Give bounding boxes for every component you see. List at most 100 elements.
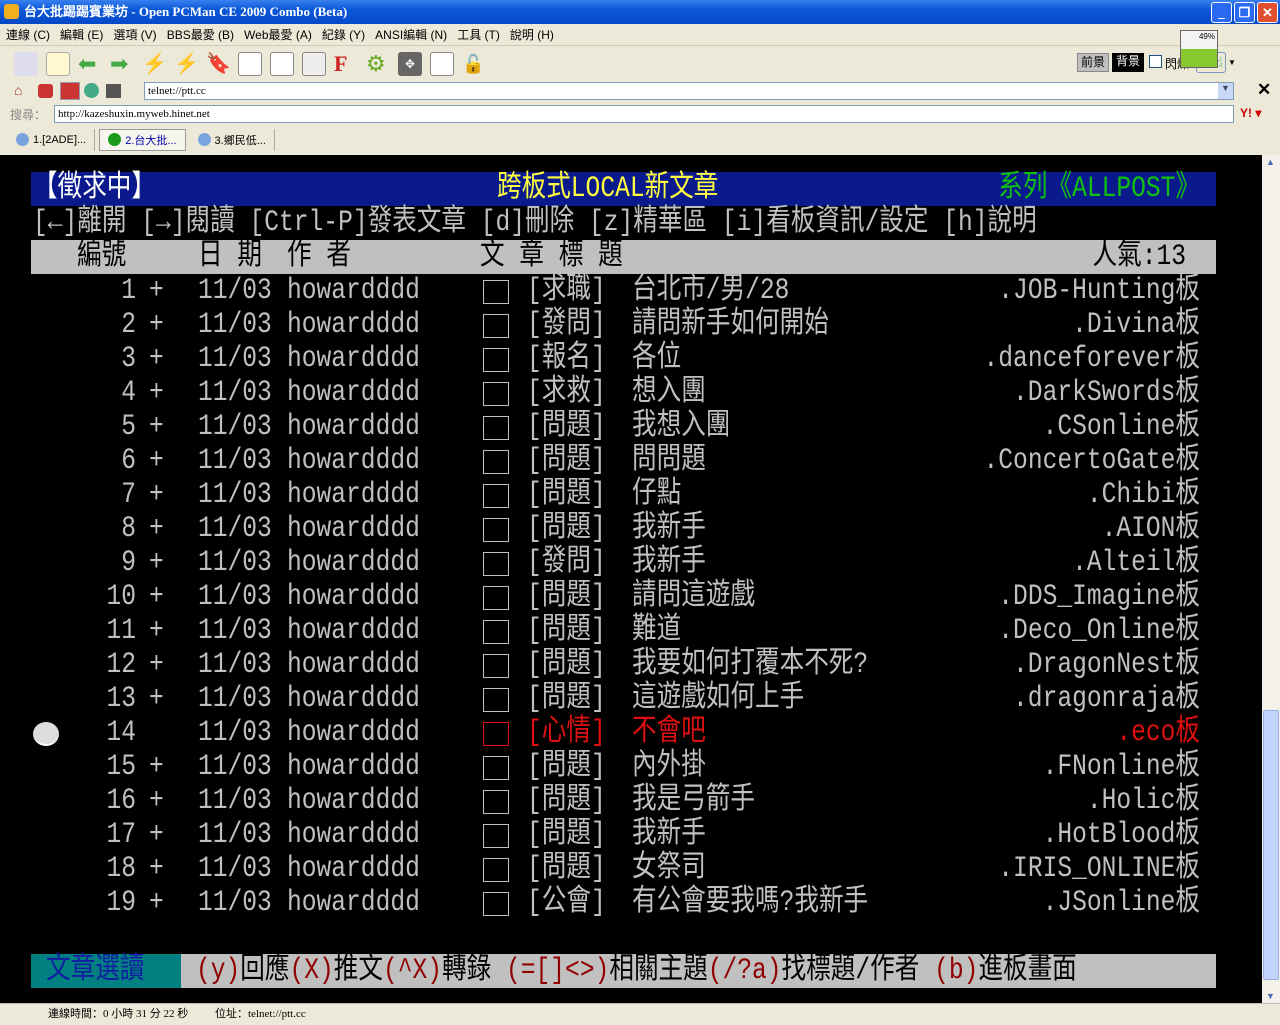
foreground-button[interactable]: 前景 [1077,53,1109,72]
footer-hints: (y)回應(X)推文(^X)轉錄 (=[]<>)相關主題(/?a)找標題/作者 … [196,954,1077,988]
page-icon [16,133,29,146]
home-icon[interactable]: ⌂ [14,82,22,98]
article-row[interactable]: 4 +11/03 howardddd [求救] 想入團 .DarkSwords板 [0,376,1262,410]
address-input[interactable]: telnet://ptt.cc [144,82,1234,100]
settings-gear-icon[interactable]: ⚙ [366,51,390,76]
article-checkbox[interactable] [483,824,509,848]
menu-item[interactable]: 編輯 (E) [60,26,103,43]
article-row[interactable]: 17 +11/03 howardddd [問題] 我新手 .HotBlood板 [0,818,1262,852]
article-checkbox[interactable] [483,416,509,440]
article-row[interactable]: 19 +11/03 howardddd [公會] 有公會要我嗎?我新手 .JSonline… [0,886,1262,920]
background-button[interactable]: 背景 [1112,53,1144,72]
article-checkbox[interactable] [483,620,509,644]
article-checkbox[interactable] [483,790,509,814]
article-checkbox[interactable] [483,280,509,304]
article-row[interactable]: 6 +11/03 howardddd [問題] 問問題 .ConcertoGate板 [0,444,1262,478]
tab-1[interactable]: 1.[2ADE]... [8,128,96,151]
toolbar: ⬅ ➡ ⚡ ⚡ 🔖 F ⚙ ✥ 🔓 前景 背景 閃爍 送出 ▼ 49% [0,30,1280,80]
article-author: howardddd [287,410,420,444]
tab-2[interactable]: 2.台大批... [99,128,186,151]
article-row[interactable]: 16 +11/03 howardddd [問題] 我是弓箭手 .Holic板 [0,784,1262,818]
stop-icon[interactable] [60,82,80,100]
article-checkbox[interactable] [483,586,509,610]
terminal-screen[interactable]: 【徵求中】 跨板式LOCAL新文章 系列《ALLPOST》 [←]離開 [→]閱讀 [… [0,155,1262,1003]
bookmark-icon[interactable]: 🔖 [206,52,231,76]
article-checkbox[interactable] [483,756,509,780]
article-row[interactable]: 3 +11/03 howardddd [報名] 各位 .danceforever板 [0,342,1262,376]
article-board: .CSonline板 [1042,410,1200,444]
article-row[interactable]: 18 +11/03 howardddd [問題] 女祭司 .IRIS_ONLINE板 [0,852,1262,886]
menu-item[interactable]: 選項 (V) [113,26,156,43]
menu-item[interactable]: 說明 (H) [510,26,554,43]
menu-item[interactable]: 連線 (C) [6,26,50,43]
article-checkbox[interactable] [483,484,509,508]
article-checkbox[interactable] [483,654,509,678]
terminal-scrollbar[interactable]: ▲ ▼ [1262,155,1280,1003]
yahoo-search-icon[interactable]: Y! ▾ [1240,106,1261,120]
article-mark: + [149,546,164,580]
article-row[interactable]: 13 +11/03 howardddd [問題] 這遊戲如何上手 .dragonraja板 [0,682,1262,716]
article-checkbox[interactable] [483,722,509,746]
scroll-down-icon[interactable]: ▼ [1266,991,1275,1001]
scroll-up-icon[interactable]: ▲ [1266,157,1275,167]
minimize-button[interactable]: _ [1211,2,1232,23]
article-number: 17 [106,818,136,852]
article-checkbox[interactable] [483,518,509,542]
article-checkbox[interactable] [483,382,509,406]
article-checkbox[interactable] [483,858,509,882]
menu-item[interactable]: Web最愛 (A) [244,26,312,43]
article-row[interactable]: 2 +11/03 howardddd [發問] 請問新手如何開始 .Divina板 [0,308,1262,342]
copy-icon[interactable] [238,51,262,76]
terminal-icon[interactable] [106,84,121,98]
article-checkbox[interactable] [483,450,509,474]
tab-3[interactable]: 3.鄉民低... [190,128,275,151]
article-author: howardddd [287,648,420,682]
scrollbar-thumb[interactable] [1263,710,1279,980]
article-row[interactable]: 7 +11/03 howardddd [問題] 仔點 .Chibi板 [0,478,1262,512]
blink-checkbox[interactable] [1149,55,1162,68]
copy-ansi-icon[interactable] [302,51,326,76]
article-author: howardddd [287,546,420,580]
move-icon[interactable]: ✥ [398,51,422,76]
disconnect-icon[interactable]: ⚡ [142,52,167,76]
menu-item[interactable]: ANSI編輯 (N) [375,26,447,43]
article-row[interactable]: 1 +11/03 howardddd [求職] 台北市/男/28 .JOB-Hunting… [0,274,1262,308]
article-row[interactable]: 5 +11/03 howardddd [問題] 我想入團 .CSonline板 [0,410,1262,444]
back-icon[interactable]: ⬅ [78,51,102,76]
article-date: 11/03 [198,512,272,546]
footer-action: 推文 [333,954,383,988]
article-checkbox[interactable] [483,892,509,916]
close-tab-icon[interactable]: ✕ [1257,80,1271,100]
menu-item[interactable]: 紀錄 (Y) [322,26,365,43]
article-row[interactable]: 15 +11/03 howardddd [問題] 內外掛 .FNonline板 [0,750,1262,784]
search-input[interactable]: http://kazeshuxin.myweb.hinet.net [54,105,1234,123]
reconnect-icon[interactable]: ⚡ [174,52,199,76]
close-button[interactable]: ✕ [1257,2,1278,23]
article-author: howardddd [287,512,420,546]
paste-icon[interactable] [270,51,294,76]
article-checkbox[interactable] [483,688,509,712]
menu-item[interactable]: BBS最愛 (B) [167,26,234,43]
article-mark: + [149,682,164,716]
restore-button[interactable]: ❐ [1234,2,1255,23]
article-row[interactable]: 14 11/03 howardddd [心情] 不會吧 .eco板 [0,716,1262,750]
font-icon[interactable]: F [334,51,358,76]
article-row[interactable]: 8 +11/03 howardddd [問題] 我新手 .AION板 [0,512,1262,546]
site-list-icon[interactable] [14,51,38,76]
lock-icon[interactable]: 🔓 [462,52,486,76]
article-row[interactable]: 12 +11/03 howardddd [問題] 我要如何打覆本不死? .DragonNe… [0,648,1262,682]
menu-item[interactable]: 工具 (T) [457,26,500,43]
article-row[interactable]: 11 +11/03 howardddd [問題] 難道 .Deco_Online板 [0,614,1262,648]
article-row[interactable]: 10 +11/03 howardddd [問題] 請問這遊戲 .DDS_Imagine板 [0,580,1262,614]
article-checkbox[interactable] [483,348,509,372]
send-dropdown-icon[interactable]: ▼ [1228,52,1238,73]
article-checkbox[interactable] [483,314,509,338]
new-connection-icon[interactable] [46,51,70,76]
block-icon[interactable] [38,84,53,98]
article-row[interactable]: 9 +11/03 howardddd [發問] 我新手 .Alteil板 [0,546,1262,580]
address-dropdown-icon[interactable]: ▼ [1218,83,1233,99]
forward-icon[interactable]: ➡ [110,51,134,76]
article-checkbox[interactable] [483,552,509,576]
globe-icon[interactable] [84,83,99,98]
emoticon-icon[interactable] [430,51,454,76]
